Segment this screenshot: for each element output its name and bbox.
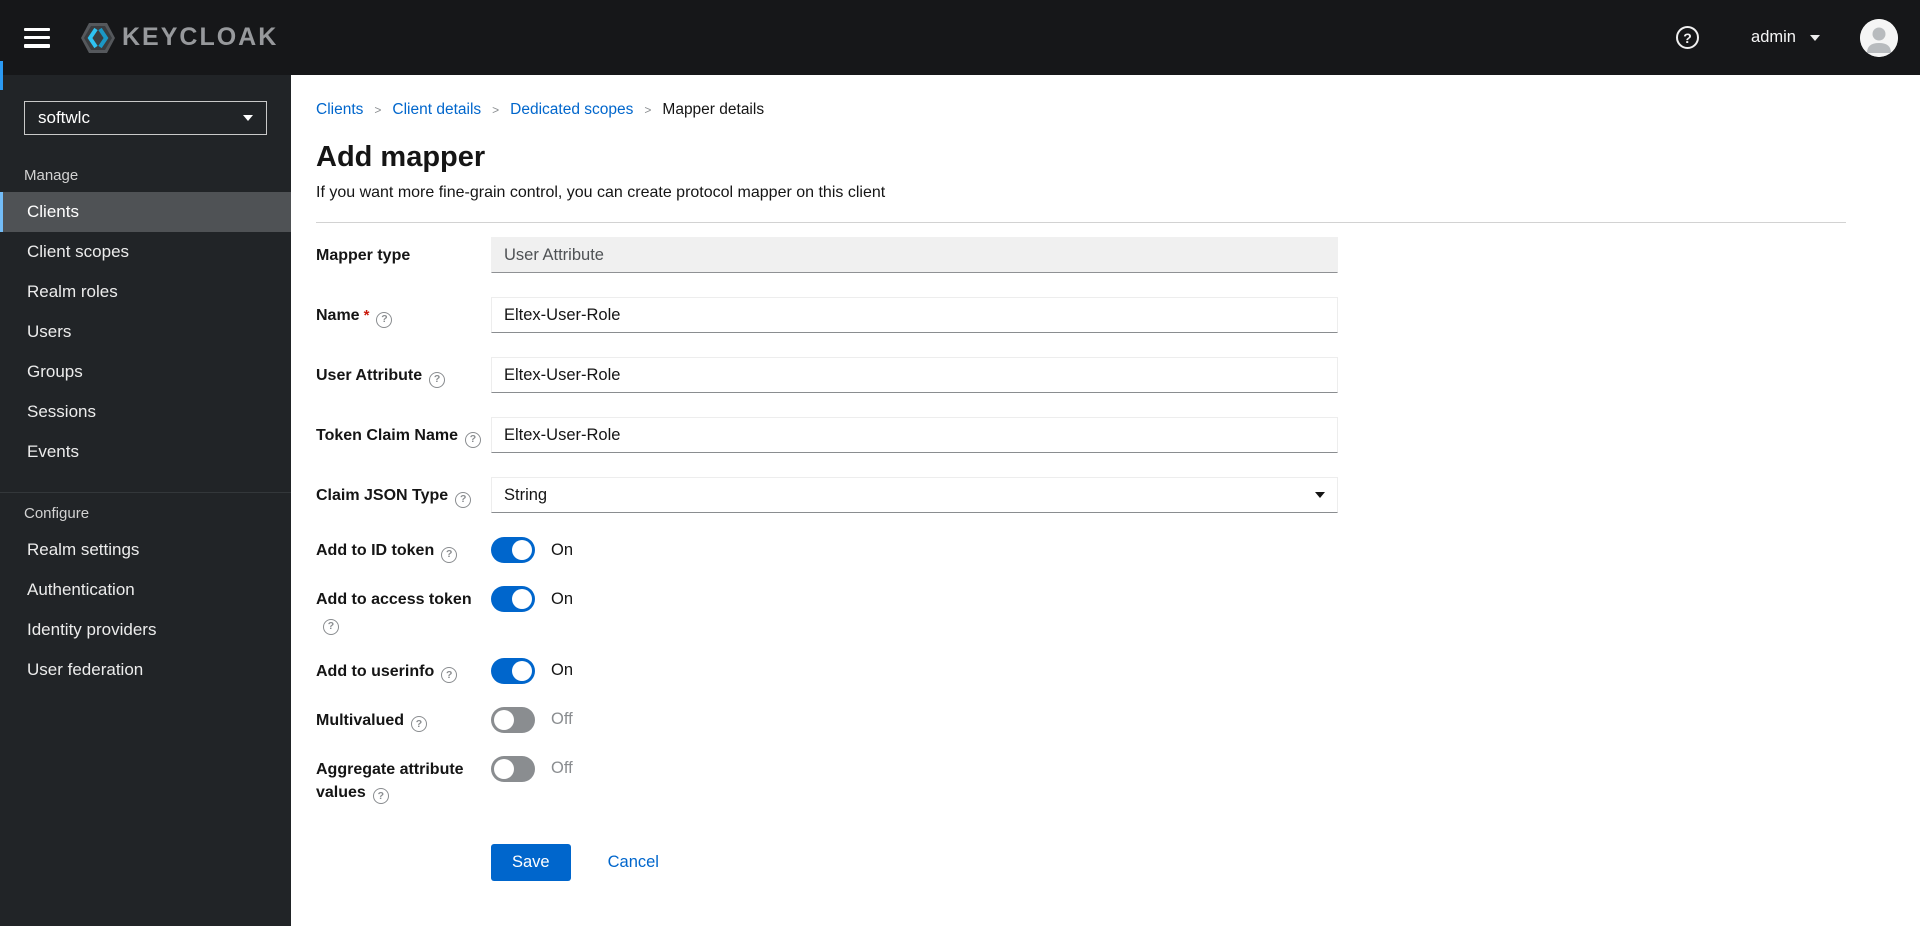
avatar[interactable] [1860,18,1898,57]
masthead: KEYCLOAK ? admin [0,0,1920,75]
add-to-access-token-label: Add to access token? [316,586,491,635]
chevron-down-icon [1810,34,1820,41]
aggregate-attribute-values-toggle[interactable] [491,755,535,782]
keycloak-logo-icon [81,22,115,53]
question-circle-icon[interactable]: ? [441,546,458,563]
user-name: admin [1751,28,1796,46]
question-circle-icon[interactable]: ? [464,431,481,448]
sidebar-item-user-federation[interactable]: User federation [0,650,291,690]
question-circle-icon[interactable]: ? [455,491,472,508]
claim-json-type-label: Claim JSON Type? [316,477,491,513]
user-attribute-input[interactable] [491,357,1338,393]
multivalued-label: Multivalued? [316,707,491,732]
sidebar-item-sessions[interactable]: Sessions [0,392,291,432]
sidebar-item-events[interactable]: Events [0,432,291,472]
name-label: Name *? [316,297,491,333]
mapper-form: Mapper type Name*? User Attribute? [316,237,1896,921]
add-to-id-token-label: Add to ID token? [316,537,491,563]
claim-json-type-value: String [504,485,548,504]
question-circle-icon[interactable]: ? [323,618,339,635]
switch-row-add-to-id-token: Add to ID token? On [316,537,1896,563]
form-actions: Save Cancel [491,844,1896,921]
switch-row-add-to-access-token: Add to access token? On [316,586,1896,635]
realm-selector[interactable]: softwlc [24,101,267,135]
field-row-name: Name *? [316,297,1896,333]
divider [316,222,1846,223]
question-circle-icon[interactable]: ? [429,371,446,388]
sidebar-item-realm-settings[interactable]: Realm settings [0,530,291,570]
add-to-userinfo-toggle[interactable] [491,657,535,684]
sidebar-nav: Manage Clients Client scopes Realm roles… [0,159,291,690]
sidebar-item-clients[interactable]: Clients [0,192,291,232]
claim-json-type-select[interactable]: String [491,477,1338,513]
user-attribute-label: User Attribute? [316,357,491,393]
switch-row-add-to-userinfo: Add to userinfo? On [316,657,1896,684]
nav-group-configure: Configure Realm settings Authentication … [0,492,291,690]
breadcrumb-link-dedicated-scopes[interactable]: Dedicated scopes [510,101,633,119]
chevron-down-icon [243,115,253,121]
sidebar-item-realm-roles[interactable]: Realm roles [0,272,291,312]
left-accent-bar [0,61,3,90]
breadcrumb-separator: > [374,103,382,117]
breadcrumb-current: Mapper details [662,101,765,118]
page-title: Add mapper [316,141,486,173]
mapper-type-input [491,237,1338,273]
switch-row-multivalued: Multivalued? Off [316,706,1896,733]
sidebar-item-client-scopes[interactable]: Client scopes [0,232,291,272]
toggle-state-label: On [551,589,574,608]
breadcrumb: Clients > Client details > Dedicated sco… [316,101,1896,119]
toggle-state-label: On [551,540,574,559]
multivalued-toggle[interactable] [491,706,535,733]
question-circle-icon[interactable]: ? [441,667,458,683]
hamburger-icon[interactable] [24,27,50,48]
mapper-type-label: Mapper type [316,247,411,264]
cancel-link[interactable]: Cancel [608,853,659,872]
question-circle-icon[interactable]: ? [376,311,393,328]
avatar-icon [1860,18,1898,57]
field-row-mapper-type: Mapper type [316,237,1896,273]
field-row-user-attribute: User Attribute? [316,357,1896,393]
select-caret-icon [1315,492,1325,498]
toggle-state-label: Off [551,759,573,777]
field-row-claim-json-type: Claim JSON Type? String [316,477,1896,513]
aggregate-attribute-values-label: Aggregate attribute values? [316,756,491,804]
add-to-userinfo-label: Add to userinfo? [316,658,491,683]
save-button[interactable]: Save [491,844,571,881]
user-menu[interactable]: admin [1751,28,1820,47]
name-input[interactable] [491,297,1338,333]
switch-row-aggregate-attribute-values: Aggregate attribute values? Off [316,755,1896,804]
question-circle-icon[interactable]: ? [411,716,428,732]
field-row-token-claim-name: Token Claim Name? [316,417,1896,453]
sidebar: softwlc Manage Clients Client scopes Rea… [0,75,291,926]
breadcrumb-link-clients[interactable]: Clients [316,101,363,119]
sidebar-item-groups[interactable]: Groups [0,352,291,392]
add-to-access-token-toggle[interactable] [491,586,535,612]
help-icon[interactable]: ? [1676,26,1700,49]
token-claim-name-label: Token Claim Name? [316,417,491,453]
sidebar-item-authentication[interactable]: Authentication [0,570,291,610]
token-claim-name-input[interactable] [491,417,1338,453]
breadcrumb-separator: > [492,103,500,117]
add-to-id-token-toggle[interactable] [491,537,535,563]
main-content: Clients > Client details > Dedicated sco… [291,0,1920,921]
breadcrumb-link-client-details[interactable]: Client details [392,101,481,119]
question-circle-icon[interactable]: ? [372,788,389,804]
nav-group-manage: Manage Clients Client scopes Realm roles… [0,159,291,472]
toggle-state-label: On [551,661,574,679]
sidebar-item-identity-providers[interactable]: Identity providers [0,610,291,650]
brand-text: KEYCLOAK [122,23,279,51]
nav-group-title: Configure [24,505,90,522]
realm-name: softwlc [38,108,90,127]
breadcrumb-separator: > [644,103,652,117]
nav-group-title: Manage [24,167,79,184]
sidebar-item-users[interactable]: Users [0,312,291,352]
keycloak-logo[interactable]: KEYCLOAK [80,21,278,55]
toggle-state-label: Off [551,710,573,728]
required-asterisk: * [363,307,370,324]
page-subtitle: If you want more fine-grain control, you… [316,184,886,201]
